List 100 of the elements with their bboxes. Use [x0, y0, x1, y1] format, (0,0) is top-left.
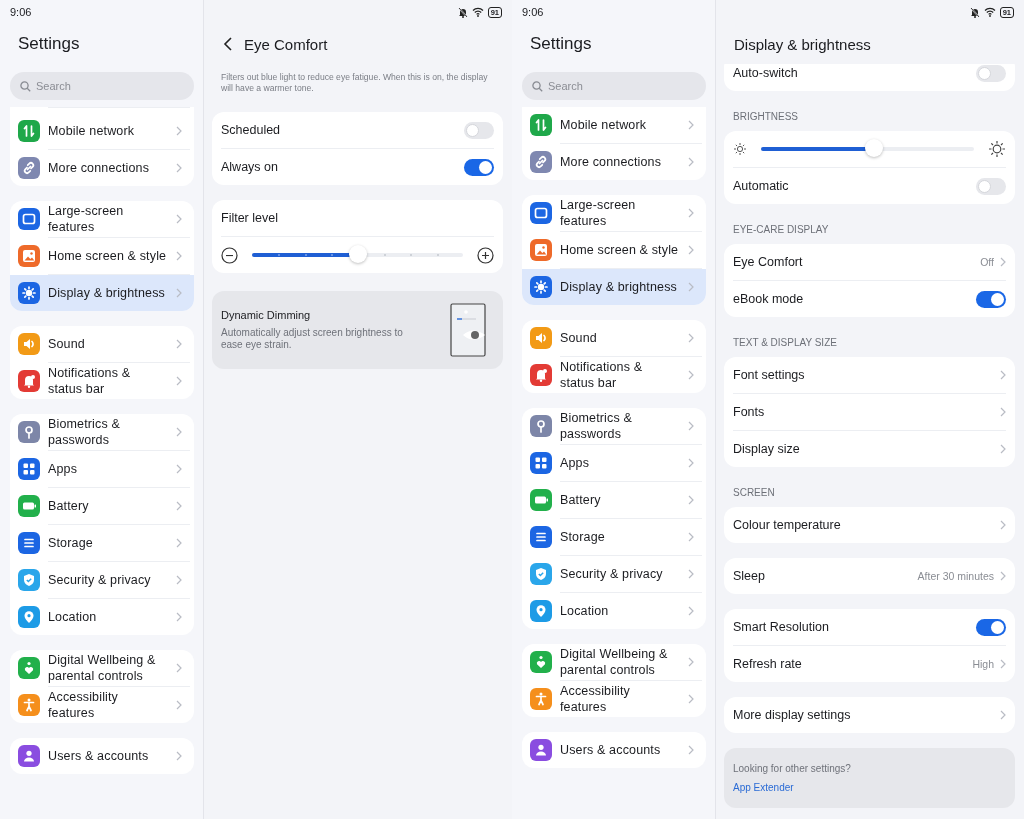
settings-item[interactable]: Display size — [724, 431, 1015, 467]
settings-item[interactable]: More connections — [522, 144, 706, 180]
settings-item[interactable]: Sound — [522, 320, 706, 356]
description-text: Filters out blue light to reduce eye fatigue. When this is on, the display will have a warmer tone. — [220, 72, 489, 93]
chevron-icon — [176, 464, 182, 474]
chevron-icon — [176, 612, 182, 622]
app-extender-link[interactable]: App Extender — [733, 782, 794, 793]
settings-item[interactable]: Home screen & style — [522, 232, 706, 268]
search-icon — [532, 81, 543, 92]
settings-item[interactable]: Digital Wellbeing & parental controls — [10, 650, 194, 686]
settings-item[interactable]: Fonts — [724, 394, 1015, 430]
page-title: Settings — [17, 33, 80, 55]
chevron-icon — [688, 421, 694, 431]
settings-item[interactable]: Sound — [10, 326, 194, 362]
settings-item[interactable]: Security & privacy — [10, 562, 194, 598]
chevron-icon — [688, 370, 694, 380]
settings-item[interactable]: Storage — [10, 525, 194, 561]
chevron-icon — [1000, 407, 1006, 417]
settings-item[interactable]: More display settings — [724, 697, 1015, 733]
settings-item[interactable]: Display & brightness — [522, 269, 706, 305]
slider-thumb[interactable] — [348, 245, 367, 263]
settings-item[interactable]: Large-screen features — [522, 195, 706, 231]
chevron-icon — [688, 458, 694, 468]
chevron-icon — [688, 120, 694, 130]
settings-item[interactable]: Large-screen features — [10, 201, 194, 237]
screen-eye-drawing — [450, 303, 486, 357]
chevron-icon — [1000, 659, 1006, 669]
status-time: 9:06 — [521, 5, 544, 20]
chevron-icon — [176, 427, 182, 437]
settings-item[interactable]: Notifications & status bar — [522, 357, 706, 393]
chevron-icon — [176, 339, 182, 349]
chevron-icon — [688, 657, 694, 667]
feature-description: Automatically adjust screen brightness to ease eye strain. — [221, 327, 404, 351]
toggle-switch[interactable] — [976, 177, 1006, 195]
settings-item[interactable]: Location — [522, 593, 706, 629]
settings-item[interactable]: Users & accounts — [522, 732, 706, 768]
settings-item[interactable]: Eye Comfort Off — [724, 244, 1015, 280]
chevron-icon — [1000, 571, 1006, 581]
settings-item[interactable]: Refresh rate High — [724, 646, 1015, 682]
setting-label: Filter level — [221, 211, 278, 225]
settings-item[interactable]: Mobile network — [10, 113, 194, 149]
settings-item[interactable]: Battery — [10, 488, 194, 524]
chevron-icon — [688, 745, 694, 755]
chevron-icon — [688, 569, 694, 579]
settings-item[interactable]: Storage — [522, 519, 706, 555]
page-title: Eye Comfort — [244, 35, 328, 53]
plus-icon[interactable] — [477, 246, 494, 264]
settings-item[interactable]: Security & privacy — [522, 556, 706, 592]
setting-label: Scheduled — [221, 123, 281, 137]
setting-label: eBook mode — [733, 292, 804, 306]
chevron-icon — [688, 157, 694, 167]
settings-item[interactable]: Mobile network — [522, 107, 706, 143]
chevron-icon — [688, 333, 694, 343]
settings-item[interactable]: Home screen & style — [10, 238, 194, 274]
settings-item[interactable]: Biometrics & passwords — [10, 414, 194, 450]
chevron-icon — [1000, 370, 1006, 380]
settings-item[interactable]: Accessibility features — [10, 687, 194, 723]
chevron-icon — [176, 163, 182, 173]
chevron-icon — [176, 214, 182, 224]
settings-item[interactable]: Battery — [522, 482, 706, 518]
value-text: Off — [980, 256, 994, 268]
chevron-icon — [176, 751, 182, 761]
settings-item[interactable]: Accessibility features — [522, 681, 706, 717]
settings-item[interactable]: Location — [10, 599, 194, 635]
search-field[interactable]: Search — [10, 72, 194, 100]
toggle-switch[interactable] — [464, 121, 494, 139]
settings-item[interactable]: Biometrics & passwords — [522, 408, 706, 444]
chevron-icon — [688, 208, 694, 218]
search-icon — [20, 81, 31, 92]
bell-off-icon — [969, 6, 980, 18]
minus-icon[interactable] — [221, 246, 238, 264]
chevron-icon — [176, 501, 182, 511]
chevron-icon — [176, 288, 182, 298]
settings-item[interactable]: Display & brightness — [10, 275, 194, 311]
chevron-icon — [688, 694, 694, 704]
settings-item[interactable]: More connections — [10, 150, 194, 186]
settings-item[interactable]: Apps — [10, 451, 194, 487]
settings-item[interactable]: Sleep After 30 minutes — [724, 558, 1015, 594]
setting-label: Smart Resolution — [733, 620, 829, 634]
slider-thumb[interactable] — [864, 139, 883, 157]
page-title: Settings — [529, 33, 592, 55]
settings-item[interactable]: Users & accounts — [10, 738, 194, 774]
toggle-switch[interactable] — [976, 64, 1006, 82]
settings-item[interactable]: Font settings — [724, 357, 1015, 393]
value-text: High — [972, 658, 994, 670]
toggle-switch[interactable] — [464, 158, 494, 176]
settings-item[interactable]: Notifications & status bar — [10, 363, 194, 399]
toggle-switch[interactable] — [976, 618, 1006, 636]
chevron-icon — [176, 251, 182, 261]
settings-item[interactable]: Digital Wellbeing & parental controls — [522, 644, 706, 680]
settings-item[interactable]: Apps — [522, 445, 706, 481]
toggle-switch[interactable] — [976, 290, 1006, 308]
search-field[interactable]: Search — [522, 72, 706, 100]
page-title: Display & brightness — [734, 35, 871, 53]
chevron-icon — [688, 495, 694, 505]
wifi-icon — [471, 7, 484, 17]
setting-label: Auto-switch — [733, 66, 798, 80]
value-text: After 30 minutes — [917, 570, 994, 582]
chevron-icon — [176, 126, 182, 136]
settings-item[interactable]: Colour temperature — [724, 507, 1015, 543]
